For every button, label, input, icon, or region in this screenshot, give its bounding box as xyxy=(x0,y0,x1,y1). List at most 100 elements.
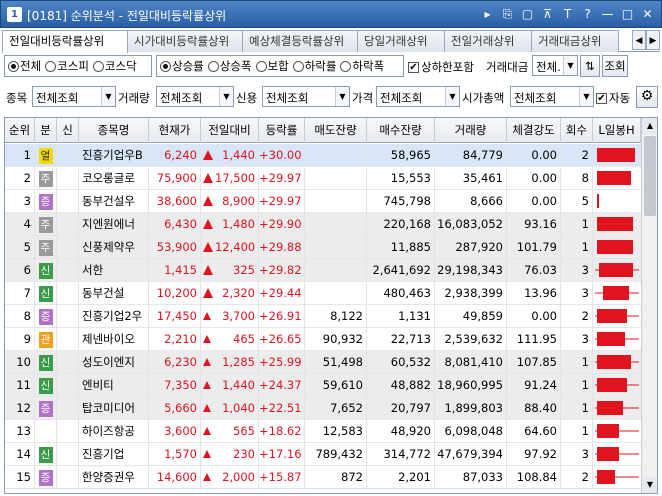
settings-button[interactable]: ⚙ xyxy=(636,86,658,108)
tab-open-rate[interactable]: 시가대비등락률상위 xyxy=(127,30,243,52)
triangle-up-icon xyxy=(203,427,211,435)
cell-rate: +29.97 xyxy=(259,190,305,212)
cell-bid: 2,201 xyxy=(367,466,435,488)
cell-volume: 287,920 xyxy=(435,236,507,258)
cell-bid: 314,772 xyxy=(367,443,435,465)
col-ask[interactable]: 매도잔량 xyxy=(305,118,367,143)
volume-filter-select[interactable]: 전체조회 ▼ xyxy=(156,86,234,107)
query-button[interactable]: 조회 xyxy=(602,55,628,77)
limit-checkbox[interactable]: ✔ 상하한포함 xyxy=(408,59,474,75)
triangle-up-icon xyxy=(203,473,211,481)
tab-scroll-right-icon[interactable]: ▶ xyxy=(646,30,660,50)
table-row[interactable]: 2 주 코오롱글로 75,900 17,500 +29.97 15,553 35,461 0.0… xyxy=(5,167,641,190)
col-count[interactable]: 회수 xyxy=(561,118,593,143)
credit-filter-select[interactable]: 전체조회 ▼ xyxy=(262,86,350,107)
table-row[interactable]: 3 증 동부건설우 38,600 8,900 +29.97 745,798 8,666 0.00… xyxy=(5,190,641,213)
trade-amount-select[interactable]: 전체. ▼ xyxy=(532,55,578,76)
col-credit[interactable]: 신 xyxy=(57,118,79,143)
vertical-scrollbar[interactable]: ▲ ▼ xyxy=(641,118,657,493)
cell-price: 3,600 xyxy=(149,420,201,442)
radio-dot-icon xyxy=(292,60,304,72)
cell-ask: 51,498 xyxy=(305,351,367,373)
col-rank[interactable]: 순위 xyxy=(5,118,35,143)
trade-amount-value: 전체. xyxy=(536,60,561,74)
radio-flat[interactable]: 보합 xyxy=(255,58,289,74)
price-filter-select[interactable]: 전체조회 ▼ xyxy=(376,86,460,107)
credit-filter-value: 전체조회 xyxy=(266,91,309,105)
table-row[interactable]: 7 신 동부건설 10,200 2,320 +29.44 480,463 2,938,399 1… xyxy=(5,282,641,305)
close-icon[interactable]: ✕ xyxy=(640,6,655,22)
col-daily-candle[interactable]: L일봉H xyxy=(593,118,641,143)
stock-filter-select[interactable]: 전체조회 ▼ xyxy=(32,86,116,107)
new-window-icon[interactable]: ▢ xyxy=(520,6,535,22)
tab-prev-volume[interactable]: 전일거래상위 xyxy=(444,30,532,52)
table-row[interactable]: 9 관 제넨바이오 2,210 465 +26.65 90,932 22,713 2,539,6… xyxy=(5,328,641,351)
radio-fall-rate[interactable]: 하락률 xyxy=(292,58,336,74)
table-row[interactable]: 15 증 한양증권우 14,600 2,000 +15.87 872 2,201 87,033 1… xyxy=(5,466,641,489)
scroll-thumb[interactable] xyxy=(644,136,656,216)
table-row[interactable]: 12 증 탑코미디어 5,660 1,040 +22.51 7,652 20,797 1,899… xyxy=(5,397,641,420)
cell-name: 제넨바이오 xyxy=(79,328,149,350)
cell-price: 75,900 xyxy=(149,167,201,189)
cell-count: 1 xyxy=(561,351,593,373)
col-change[interactable]: 전일대비 xyxy=(201,118,259,143)
col-rate[interactable]: 등락률 xyxy=(259,118,305,143)
radio-rise-rate[interactable]: 상승률 xyxy=(160,58,204,74)
cell-ask: 7,652 xyxy=(305,397,367,419)
cell-ask: 59,610 xyxy=(305,374,367,396)
minimize-icon[interactable]: — xyxy=(600,6,615,22)
link-icon[interactable]: ▸ xyxy=(480,6,495,22)
radio-rise-amount[interactable]: 상승폭 xyxy=(207,58,252,74)
table-row[interactable]: 14 신 진흥기업 1,570 230 +17.16 789,432 314,772 47,67… xyxy=(5,443,641,466)
pin-icon[interactable]: ⊼ xyxy=(540,6,555,22)
col-volume[interactable]: 거래량 xyxy=(435,118,507,143)
radio-market-kospi[interactable]: 코스피 xyxy=(45,58,89,74)
font-icon[interactable]: T xyxy=(560,6,575,22)
scroll-up-icon[interactable]: ▲ xyxy=(642,118,657,134)
tab-trade-amount[interactable]: 거래대금상위 xyxy=(531,30,619,52)
radio-fall-amount[interactable]: 하락폭 xyxy=(340,58,384,74)
stock-filter-label: 종목 xyxy=(6,91,28,105)
help-icon[interactable]: ? xyxy=(580,6,595,22)
cell-name: 진흥기업2우 xyxy=(79,305,149,327)
sort-button[interactable]: ⇅ xyxy=(580,55,600,77)
type-radio-group: 상승률 상승폭 보합 하락률 하락폭 xyxy=(156,55,404,77)
tab-prev-day-rate[interactable]: 전일대비등락률상위 xyxy=(2,30,128,53)
daily-candle-chart xyxy=(593,420,641,442)
cell-volume: 8,081,410 xyxy=(435,351,507,373)
col-category[interactable]: 분 xyxy=(35,118,57,143)
cell-count: 2 xyxy=(561,144,593,166)
table-row[interactable]: 4 주 지엔원에너 6,430 1,480 +29.90 220,168 16,083,052… xyxy=(5,213,641,236)
maximize-icon[interactable]: □ xyxy=(620,6,635,22)
tab-expected-rate[interactable]: 예상체결등락률상위 xyxy=(242,30,358,52)
col-strength[interactable]: 체결강도 xyxy=(507,118,561,143)
col-bid[interactable]: 매수잔량 xyxy=(367,118,435,143)
table-row[interactable]: 8 증 진흥기업2우 17,450 3,700 +26.91 8,122 1,131 49,85… xyxy=(5,305,641,328)
scroll-down-icon[interactable]: ▼ xyxy=(642,477,657,493)
cell-bid: 20,797 xyxy=(367,397,435,419)
tab-today-volume[interactable]: 당일거래상위 xyxy=(357,30,445,52)
auto-checkbox[interactable]: ✔ 자동 xyxy=(596,90,630,106)
table-row[interactable]: 1 열 진흥기업우B 6,240 1,440 +30.00 58,965 84,779 0.00… xyxy=(5,144,641,167)
table-row[interactable]: 5 주 신풍제약우 53,900 12,400 +29.88 11,885 287,920 10… xyxy=(5,236,641,259)
cell-volume: 29,198,343 xyxy=(435,259,507,281)
radio-market-all[interactable]: 전체 xyxy=(8,58,41,74)
table-row[interactable]: 6 신 서한 1,415 325 +29.82 2,641,692 29,198,343 76.… xyxy=(5,259,641,282)
cell-credit xyxy=(57,466,79,488)
cell-price: 2,210 xyxy=(149,328,201,350)
table-row[interactable]: 13 하이즈항공 3,600 565 +18.62 12,583 48,920 6,098,0… xyxy=(5,420,641,443)
tab-scroll-left-icon[interactable]: ◀ xyxy=(632,30,646,50)
copy-window-icon[interactable]: ⎘ xyxy=(500,6,515,22)
cell-strength: 101.79 xyxy=(507,236,561,258)
table-row[interactable]: 10 신 성도이엔지 6,230 1,285 +25.99 51,498 60,532 8,08… xyxy=(5,351,641,374)
mcap-filter-select[interactable]: 전체조회 ▼ xyxy=(510,86,594,107)
radio-market-kosdaq[interactable]: 코스닥 xyxy=(92,58,137,74)
cell-name: 신풍제약우 xyxy=(79,236,149,258)
volume-filter-value: 전체조회 xyxy=(160,91,203,105)
col-name[interactable]: 종목명 xyxy=(79,118,149,143)
window-title: [0181] 순위분석 - 전일대비등락률상위 xyxy=(27,9,227,23)
table-row[interactable]: 11 신 엔비티 7,350 1,440 +24.37 59,610 48,882 18,960… xyxy=(5,374,641,397)
cell-credit xyxy=(57,259,79,281)
cell-change: 3,700 xyxy=(201,305,259,327)
col-price[interactable]: 현재가 xyxy=(149,118,201,143)
